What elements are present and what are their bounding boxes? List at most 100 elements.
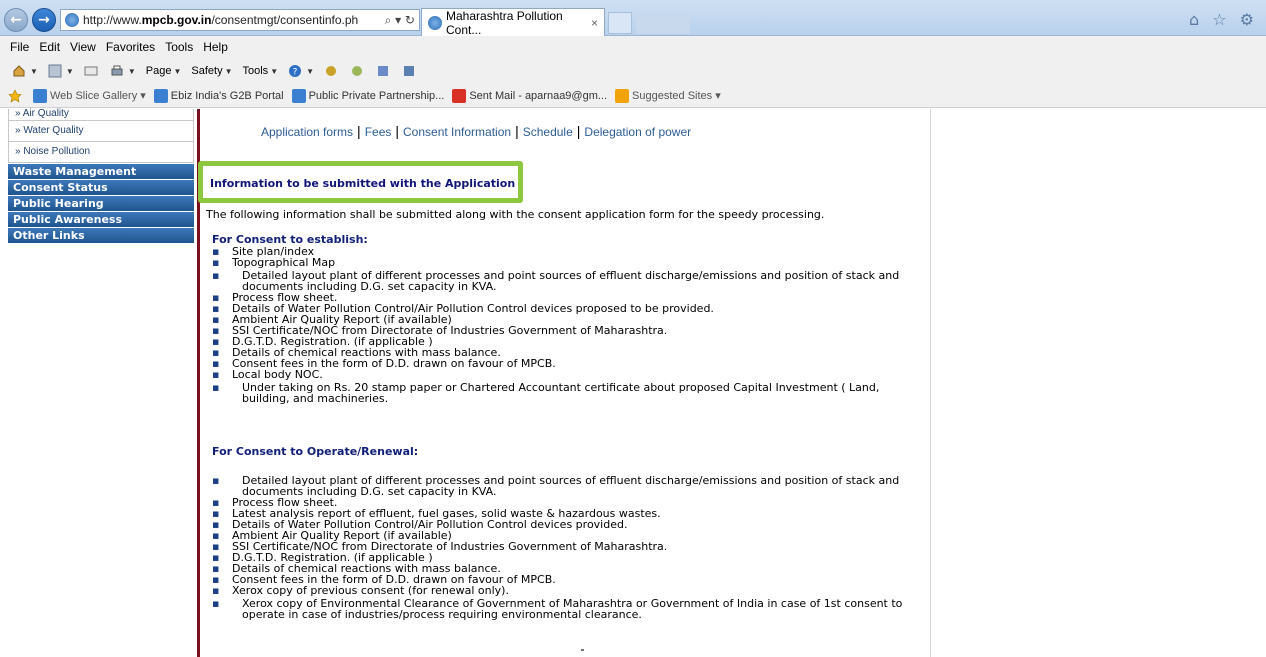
chevron-down-icon: ▼ xyxy=(306,66,315,76)
bing-icon xyxy=(615,88,630,103)
list-item: Detailed layout plant of different proce… xyxy=(212,270,962,292)
forward-button[interactable]: → xyxy=(32,8,56,32)
consent-nav: Application forms | Fees | Consent Informati… xyxy=(261,123,691,139)
fav-public-private[interactable]: Public Private Partnership... xyxy=(291,88,445,103)
address-bar[interactable]: http://www.mpcb.gov.in/consentmgt/consen… xyxy=(60,9,420,31)
list-item-text: Topographical Map xyxy=(232,256,336,269)
operate-list: Detailed layout plant of different proce… xyxy=(212,473,962,620)
sidebar-item-public-hearing[interactable]: Public Hearing xyxy=(8,196,194,211)
fav-label: Public Private Partnership... xyxy=(308,89,445,102)
research-icon xyxy=(326,66,337,76)
list-item: Topographical Map xyxy=(212,257,962,268)
gmail-icon xyxy=(452,88,467,103)
fav-ebiz-portal[interactable]: Ebiz India's G2B Portal xyxy=(153,88,284,103)
list-item-text: Xerox copy of previous consent (for rene… xyxy=(232,584,509,597)
address-tools-icons[interactable]: ⌕ ▾ ↻ xyxy=(385,13,419,28)
back-button[interactable]: ← xyxy=(4,8,28,32)
favorites-star-button[interactable] xyxy=(8,88,25,103)
list-item-text-continued: building, and machineries. xyxy=(242,392,389,405)
blog-icon xyxy=(404,66,415,76)
list-item-text: Local body NOC. xyxy=(232,368,323,381)
ie-page-icon xyxy=(153,88,168,103)
sidebar-link-air-quality[interactable]: » Air Quality xyxy=(8,109,194,121)
operate-section-title: For Consent to Operate/Renewal: xyxy=(212,445,419,458)
new-tab-button[interactable] xyxy=(608,12,632,34)
print-icon xyxy=(111,65,123,76)
list-item-text-continued: documents including D.G. set capacity in… xyxy=(242,280,497,293)
back-arrow-icon: ← xyxy=(10,12,22,28)
menu-help[interactable]: Help xyxy=(203,40,228,54)
help-button[interactable]: ? ▼ xyxy=(288,64,314,78)
main-content: Application forms | Fees | Consent Informati… xyxy=(198,109,934,657)
sidebar-item-consent-status[interactable]: Consent Status xyxy=(8,180,194,195)
tab-inactive[interactable] xyxy=(636,12,690,34)
intro-text: The following information shall be submi… xyxy=(206,208,825,221)
translate-icon xyxy=(378,66,389,76)
menu-favorites[interactable]: Favorites xyxy=(106,40,155,54)
sidebar-item-other-links[interactable]: Other Links xyxy=(8,228,194,243)
fav-label: Sent Mail - aparnaa9@gm... xyxy=(469,89,608,102)
site-globe-icon xyxy=(65,13,79,27)
chevron-down-icon: ▼ xyxy=(30,66,38,76)
favorites-bar: Web Slice Gallery ▾ Ebiz India's G2B Por… xyxy=(0,84,1266,108)
addon-button-3[interactable] xyxy=(376,64,392,78)
sidebar-item-waste-management[interactable]: Waste Management xyxy=(8,164,194,179)
fav-label: Web Slice Gallery ▾ xyxy=(50,90,146,102)
ie-page-icon xyxy=(33,88,47,103)
nav-separator: | xyxy=(576,123,581,139)
list-item-text-continued: operate in case of industries/process re… xyxy=(242,608,642,621)
menu-view[interactable]: View xyxy=(70,40,96,54)
forward-arrow-icon: → xyxy=(38,12,50,28)
left-sidebar: » Air Quality » Water Quality » Noise Po… xyxy=(8,109,194,657)
fav-suggested-sites[interactable]: Suggested Sites ▾ xyxy=(615,88,721,103)
safety-menu-label: Safety xyxy=(191,65,223,77)
tab-title: Maharashtra Pollution Cont... xyxy=(446,8,563,37)
addon-button-2[interactable] xyxy=(350,64,366,78)
establish-list: Site plan/indexTopographical MapDetailed… xyxy=(212,246,962,404)
sidebar-item-public-awareness[interactable]: Public Awareness xyxy=(8,212,194,227)
page-heading: Information to be submitted with the App… xyxy=(210,177,516,190)
tab-close-icon[interactable]: × xyxy=(591,16,604,30)
ie-page-icon xyxy=(291,88,306,103)
nav-separator: | xyxy=(357,123,361,139)
favorites-star-icon xyxy=(8,88,22,103)
menu-tools[interactable]: Tools xyxy=(165,40,193,54)
nav-schedule[interactable]: Schedule xyxy=(523,125,573,139)
fav-label: Ebiz India's G2B Portal xyxy=(170,89,284,102)
tools-menu[interactable]: Tools ▼ xyxy=(243,65,279,77)
sidebar-link-water-quality[interactable]: » Water Quality xyxy=(8,121,194,142)
addon-button-4[interactable] xyxy=(402,64,418,78)
print-button[interactable]: ▼ xyxy=(110,64,136,78)
chevron-down-icon: ▼ xyxy=(224,66,233,76)
page-menu[interactable]: Page ▼ xyxy=(146,65,182,77)
nav-separator: | xyxy=(515,123,519,139)
tab-active[interactable]: Maharashtra Pollution Cont... × xyxy=(421,8,605,37)
page-viewport: » Air Quality » Water Quality » Noise Po… xyxy=(0,109,1266,657)
mail-button[interactable] xyxy=(84,64,100,78)
mail-icon xyxy=(84,66,98,76)
url-text[interactable]: http://www.mpcb.gov.in/consentmgt/consen… xyxy=(83,13,358,27)
nav-fees[interactable]: Fees xyxy=(365,125,392,139)
settings-gear-icon xyxy=(352,66,363,76)
fav-label: Suggested Sites ▾ xyxy=(632,90,721,102)
safety-menu[interactable]: Safety ▼ xyxy=(191,65,232,77)
command-bar: ▼ ▼ ▼ Page ▼ Safety ▼ Tools ▼ ? ▼ xyxy=(0,58,1266,84)
menu-edit[interactable]: Edit xyxy=(39,40,60,54)
list-item: Consent fees in the form of D.D. drawn o… xyxy=(212,358,962,369)
nav-consent-information[interactable]: Consent Information xyxy=(403,125,511,139)
nav-delegation-of-power[interactable]: Delegation of power xyxy=(584,125,691,139)
list-item: Xerox copy of previous consent (for rene… xyxy=(212,585,962,596)
menu-file[interactable]: File xyxy=(10,40,29,54)
list-item: Under taking on Rs. 20 stamp paper or Ch… xyxy=(212,382,962,404)
sidebar-link-noise-pollution[interactable]: » Noise Pollution xyxy=(8,142,194,163)
nav-application-forms[interactable]: Application forms xyxy=(261,125,353,139)
home-button[interactable]: ▼ xyxy=(12,64,38,78)
feeds-button[interactable]: ▼ xyxy=(48,64,74,78)
home-favorites-settings-icons[interactable]: ⌂ ☆ ⚙ xyxy=(1189,10,1258,29)
fav-sent-mail[interactable]: Sent Mail - aparnaa9@gm... xyxy=(452,88,608,103)
fav-web-slice-gallery[interactable]: Web Slice Gallery ▾ xyxy=(33,88,146,103)
svg-text:?: ? xyxy=(293,68,298,78)
addon-button-1[interactable] xyxy=(324,64,340,78)
page-menu-label: Page xyxy=(145,65,172,77)
help-icon: ? xyxy=(289,65,302,78)
